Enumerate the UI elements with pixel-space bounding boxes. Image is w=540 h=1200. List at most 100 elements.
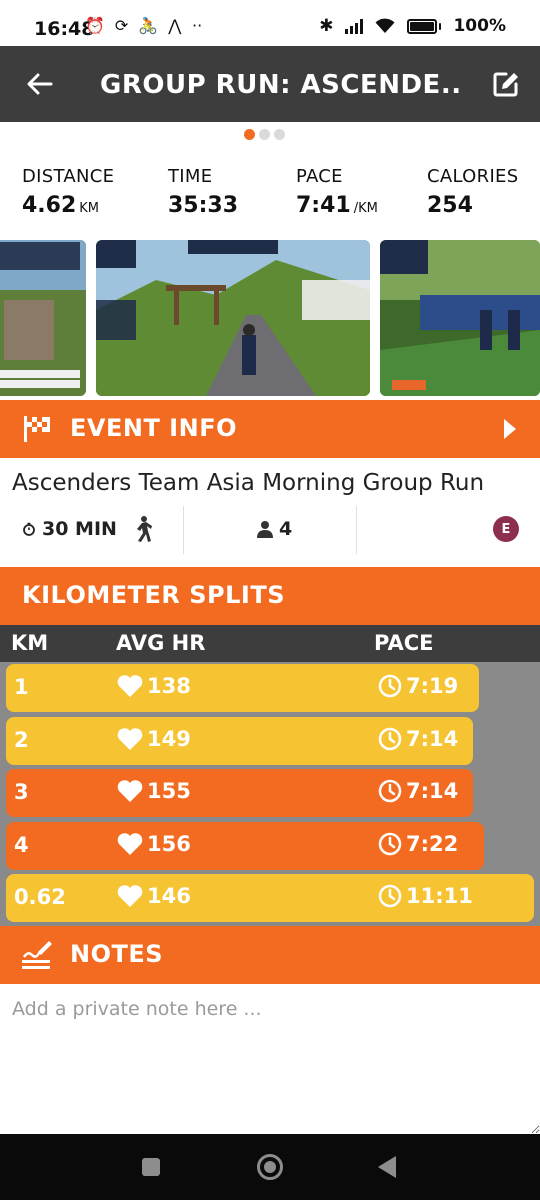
- split-pace-value: 7:14: [406, 727, 459, 751]
- back-arrow-icon: [27, 73, 53, 95]
- split-pace: 7:14: [378, 779, 458, 803]
- pager-dot-active: [244, 129, 255, 140]
- section-title: KILOMETER SPLITS: [22, 581, 285, 609]
- split-hr-value: 149: [147, 727, 191, 751]
- stat-label: DISTANCE: [22, 166, 115, 187]
- strava-icon: ⋀: [168, 16, 182, 35]
- chevron-right-icon: [504, 419, 516, 439]
- system-nav-bar: [0, 1134, 540, 1200]
- splits-table-header: KM AVG HR PACE: [0, 625, 540, 662]
- runner-icon: [136, 516, 152, 542]
- meta-divider: [356, 506, 357, 554]
- clock-icon: [378, 779, 402, 803]
- event-duration: 30 MIN: [22, 502, 153, 556]
- split-pace-value: 7:19: [406, 674, 459, 698]
- split-hr-value: 146: [147, 884, 191, 908]
- section-title: NOTES: [70, 940, 164, 968]
- cycling-icon: 🚴: [138, 16, 159, 35]
- battery-icon: [407, 18, 442, 34]
- stat-calories: CALORIES 254: [427, 166, 518, 218]
- wifi-icon: [375, 18, 395, 34]
- event-name: Ascenders Team Asia Morning Group Run: [12, 470, 485, 496]
- screenshot-thumbnail[interactable]: [96, 240, 370, 396]
- stat-time: TIME 35:33: [168, 166, 238, 218]
- event-info-bar[interactable]: EVENT INFO: [0, 400, 540, 458]
- split-row: 4 156 7:22: [0, 820, 540, 872]
- split-km: 3: [14, 780, 29, 804]
- stat-value: 35:33: [168, 193, 239, 218]
- split-row: 1 138 7:19: [0, 662, 540, 714]
- stat-label: PACE: [296, 166, 343, 187]
- split-avg-hr: 156: [116, 832, 191, 856]
- edit-button[interactable]: [488, 66, 524, 102]
- sync-icon: ⟳: [114, 16, 129, 35]
- split-hr-value: 155: [147, 779, 191, 803]
- heart-icon: [117, 885, 143, 907]
- stat-label: TIME: [168, 166, 213, 187]
- heart-icon: [117, 728, 143, 750]
- back-button[interactable]: [20, 66, 60, 102]
- heart-icon: [117, 780, 143, 802]
- split-avg-hr: 155: [116, 779, 191, 803]
- split-pace-value: 11:11: [406, 884, 473, 908]
- split-row: 2 149 7:14: [0, 715, 540, 767]
- private-note-input[interactable]: [0, 984, 540, 1134]
- split-pace: 11:11: [378, 884, 473, 908]
- split-avg-hr: 138: [116, 674, 191, 698]
- ride-screenshots-carousel[interactable]: [0, 240, 540, 396]
- split-hr-value: 156: [147, 832, 191, 856]
- split-hr-value: 138: [147, 674, 191, 698]
- split-row: 0.62 146 11:11: [0, 872, 540, 924]
- recents-button[interactable]: [142, 1158, 160, 1176]
- duration-text: 30 MIN: [42, 518, 117, 540]
- splits-table: 1 138 7:19 2 149 7:14 3 155 7:14 4 156 7:22 0.62 146 1…: [0, 662, 540, 926]
- pager-dot: [259, 129, 270, 140]
- clock-icon: [378, 674, 402, 698]
- column-header-pace: PACE: [374, 631, 434, 655]
- timer-icon: [23, 522, 35, 536]
- split-km: 4: [14, 833, 29, 857]
- split-km: 0.62: [14, 885, 66, 909]
- more-notifications-icon: ··: [192, 16, 203, 35]
- battery-level: 100%: [453, 16, 506, 36]
- participants-count: 4: [279, 518, 293, 540]
- column-header-hr: AVG HR: [116, 631, 206, 655]
- screenshot-thumbnail[interactable]: [380, 240, 540, 396]
- split-avg-hr: 149: [116, 727, 191, 751]
- split-km: 2: [14, 728, 29, 752]
- category-badge: E: [493, 516, 519, 542]
- kilometer-splits-bar: KILOMETER SPLITS: [0, 567, 540, 625]
- heart-icon: [117, 675, 143, 697]
- clock-icon: [378, 727, 402, 751]
- column-header-km: KM: [11, 631, 49, 655]
- stat-value: 4.62 KM: [22, 193, 100, 218]
- split-avg-hr: 146: [116, 884, 191, 908]
- stat-pace: PACE 7:41/KM: [296, 166, 378, 218]
- status-system-icons: ✱ 100%: [319, 16, 506, 36]
- bluetooth-icon: ✱: [319, 16, 334, 36]
- stat-value: 7:41/KM: [296, 193, 378, 218]
- split-pace-value: 7:22: [406, 832, 459, 856]
- split-pace: 7:14: [378, 727, 458, 751]
- split-pace: 7:22: [378, 832, 458, 856]
- split-row: 3 155 7:14: [0, 767, 540, 819]
- signal-icon: [345, 18, 364, 34]
- notes-bar: NOTES: [0, 926, 540, 984]
- stat-value: 254: [427, 193, 473, 218]
- activity-stats: DISTANCE 4.62 KM TIME 35:33 PACE 7:41/KM …: [0, 166, 540, 226]
- system-back-button[interactable]: [378, 1156, 396, 1178]
- clock-icon: [378, 884, 402, 908]
- page-title: GROUP RUN: ASCENDE...: [100, 70, 460, 100]
- meta-divider: [183, 506, 184, 554]
- home-button[interactable]: [257, 1154, 283, 1180]
- heart-icon: [117, 833, 143, 855]
- checkered-flag-icon: [24, 416, 50, 442]
- app-header: GROUP RUN: ASCENDE...: [0, 46, 540, 122]
- split-km: 1: [14, 675, 29, 699]
- event-meta: 30 MIN 4 E: [0, 502, 540, 556]
- stat-distance: DISTANCE 4.62 KM: [22, 166, 114, 218]
- section-title: EVENT INFO: [70, 414, 237, 442]
- stat-label: CALORIES: [427, 166, 519, 187]
- screenshot-thumbnail[interactable]: [0, 240, 86, 396]
- event-participants: 4: [257, 502, 292, 556]
